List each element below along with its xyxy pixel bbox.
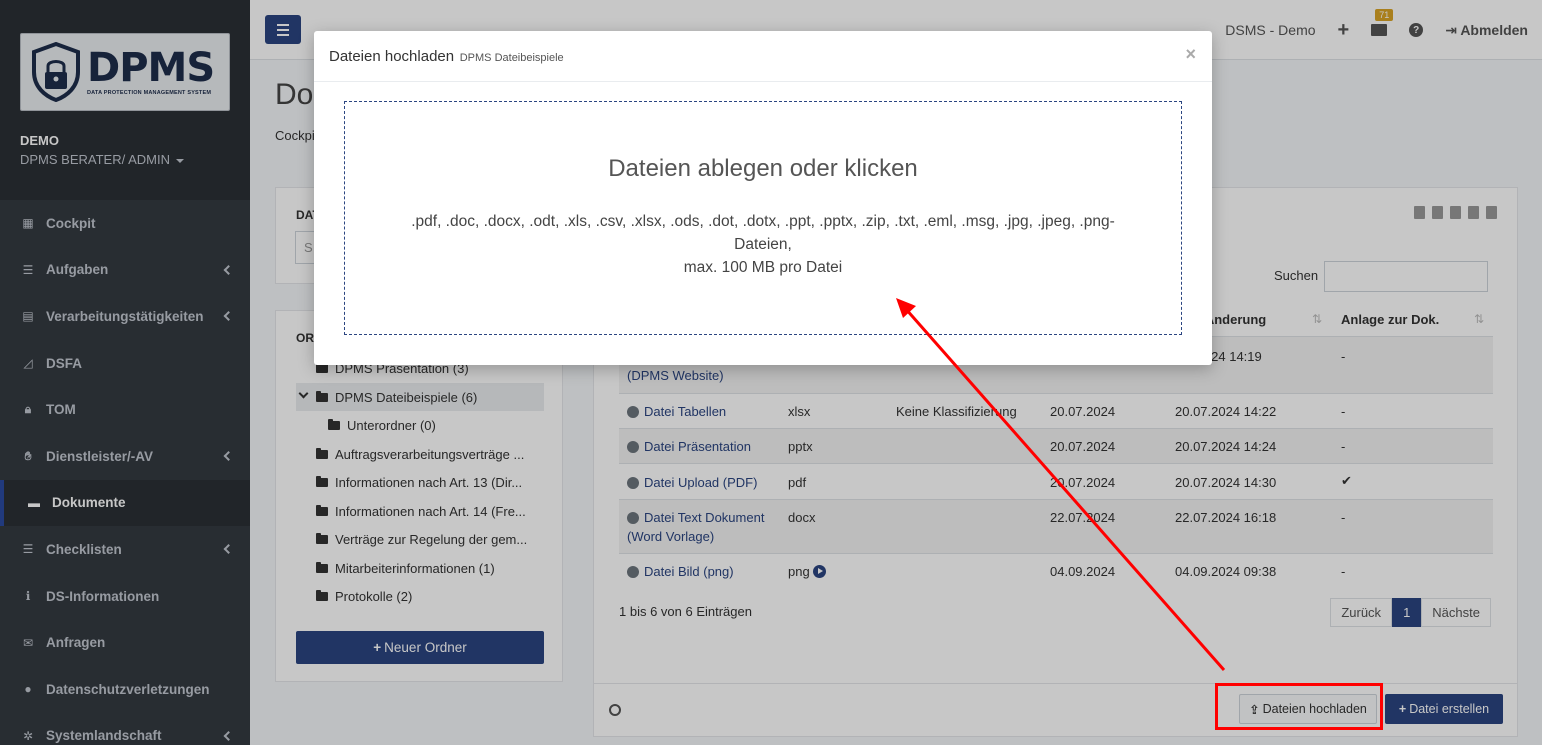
file-dropzone[interactable]: Dateien ablegen oder klicken .pdf, .doc,… [344,101,1182,335]
annotation-highlight-box [1215,683,1383,730]
dropzone-title: Dateien ablegen oder klicken [608,155,918,182]
close-icon[interactable]: × [1185,44,1196,65]
dropzone-file-types: .pdf, .doc, .docx, .odt, .xls, .csv, .xl… [411,213,1115,253]
modal-header: Dateien hochladen DPMS Dateibeispiele × [314,31,1212,82]
modal-title: Dateien hochladen [329,48,455,65]
upload-modal: Dateien hochladen DPMS Dateibeispiele × … [314,31,1212,365]
modal-subtitle: DPMS Dateibeispiele [459,52,564,64]
dropzone-max-size: max. 100 MB pro Datei [683,259,843,276]
